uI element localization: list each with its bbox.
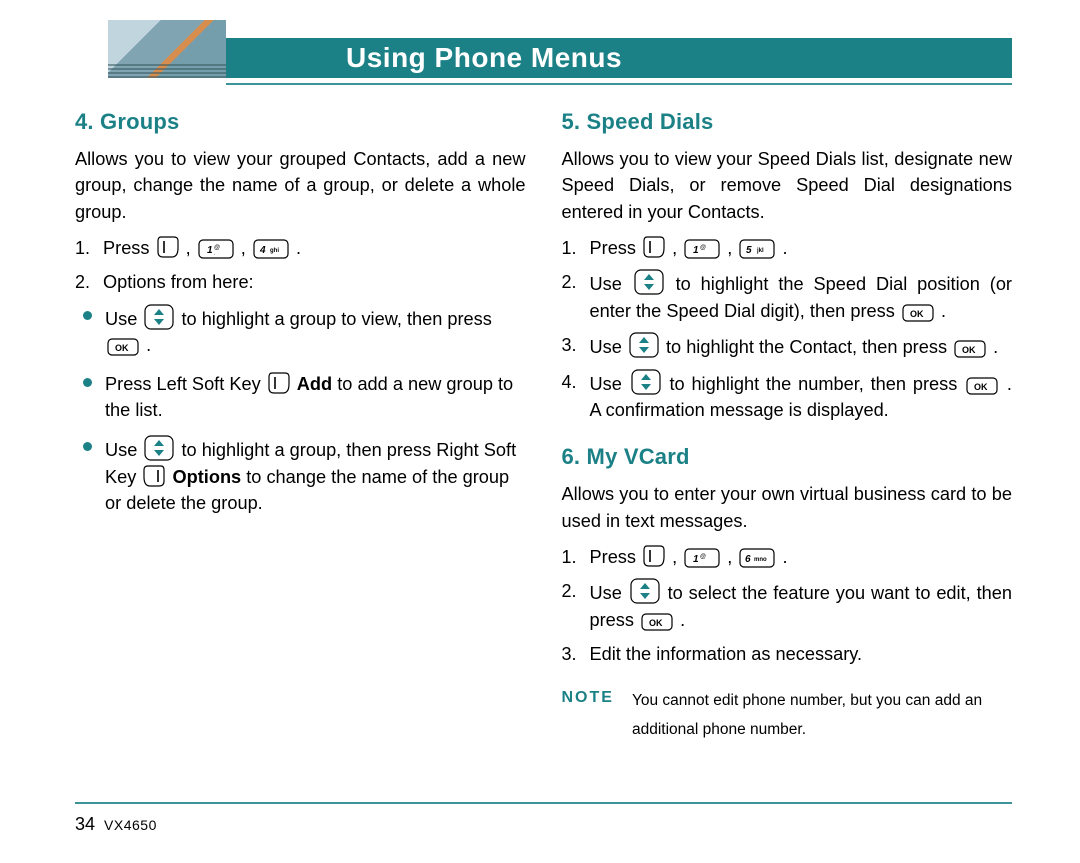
- text: to highlight a group to view, then press: [181, 309, 491, 329]
- key-5-icon: 5 jkl: [739, 239, 775, 259]
- header-title-band: Using Phone Menus: [226, 38, 1012, 78]
- sd-step-4: Use to highlight the number, then press …: [562, 369, 1013, 424]
- section-my-vcard-title: 6. My VCard: [562, 441, 1013, 473]
- key-1-icon: 1@.: [198, 239, 234, 259]
- text: Use: [105, 440, 142, 460]
- left-soft-key-icon: [268, 371, 290, 395]
- svg-text:@: @: [700, 245, 706, 251]
- nav-up-down-icon: [144, 304, 174, 330]
- text: Use: [590, 337, 627, 357]
- svg-text:OK: OK: [649, 618, 663, 628]
- groups-bullets: Use to highlight a group to view, then p…: [75, 304, 526, 517]
- groups-bullet-3: Use to highlight a group, then press Rig…: [75, 435, 526, 516]
- ok-key-icon: OK: [954, 340, 986, 358]
- svg-text:1: 1: [693, 245, 699, 256]
- header-rule: [226, 83, 1012, 85]
- vc-step-1: Press , 1@ , 6mno .: [562, 544, 1013, 570]
- ok-key-icon: OK: [966, 377, 998, 395]
- svg-text:6: 6: [745, 554, 751, 565]
- text: Press Left Soft Key: [105, 374, 266, 394]
- text: Use: [105, 309, 142, 329]
- note-label: NOTE: [562, 686, 614, 745]
- note-block: NOTE You cannot edit phone number, but y…: [562, 686, 1013, 745]
- options-label: Options: [172, 467, 241, 487]
- groups-bullet-2: Press Left Soft Key Add to add a new gro…: [75, 371, 526, 424]
- svg-text:1: 1: [207, 245, 213, 256]
- svg-text:jkl: jkl: [756, 248, 764, 254]
- text: to highlight the number, then press: [669, 374, 964, 394]
- page: Using Phone Menus 4. Groups Allows you t…: [0, 0, 1080, 863]
- text: .: [146, 335, 151, 355]
- svg-text:1: 1: [693, 554, 699, 565]
- sd-step-3: Use to highlight the Contact, then press…: [562, 332, 1013, 360]
- groups-steps: Press , 1@. , 4ghi . Options from here:: [75, 235, 526, 296]
- speed-dials-lead: Allows you to view your Speed Dials list…: [562, 146, 1013, 225]
- text: to change the name of the group or delet…: [105, 467, 509, 513]
- key-1-icon: 1@: [684, 548, 720, 568]
- svg-text:ghi: ghi: [270, 248, 279, 254]
- text: Use: [590, 274, 632, 294]
- speed-dials-steps: Press , 1@ , 5jkl . Use to highlight the…: [562, 235, 1013, 423]
- ok-key-icon: OK: [641, 613, 673, 631]
- text: .: [993, 337, 998, 357]
- svg-text:OK: OK: [974, 382, 988, 392]
- svg-text:4: 4: [259, 245, 266, 256]
- sd-step-1: Press , 1@ , 5jkl .: [562, 235, 1013, 261]
- key-1-icon: 1@: [684, 239, 720, 259]
- page-header: Using Phone Menus: [75, 20, 1012, 80]
- footer-text: 34 VX4650: [75, 814, 1012, 835]
- ok-key-icon: OK: [107, 338, 139, 356]
- note-text: You cannot edit phone number, but you ca…: [632, 686, 1012, 745]
- page-footer: 34 VX4650: [75, 802, 1012, 835]
- text: .: [941, 301, 946, 321]
- right-column: 5. Speed Dials Allows you to view your S…: [562, 104, 1013, 745]
- svg-text:mno: mno: [754, 557, 767, 563]
- left-soft-key-icon: [643, 544, 665, 568]
- page-number: 34: [75, 814, 95, 834]
- section-groups-title: 4. Groups: [75, 106, 526, 138]
- left-column: 4. Groups Allows you to view your groupe…: [75, 104, 526, 745]
- nav-up-down-icon: [630, 578, 660, 604]
- vcard-lead: Allows you to enter your own virtual bus…: [562, 481, 1013, 534]
- content-columns: 4. Groups Allows you to view your groupe…: [75, 104, 1012, 745]
- nav-up-down-icon: [144, 435, 174, 461]
- nav-up-down-icon: [631, 369, 661, 395]
- text: Use: [590, 374, 629, 394]
- vc-step-2: Use to select the feature you want to ed…: [562, 578, 1013, 633]
- groups-bullet-1: Use to highlight a group to view, then p…: [75, 304, 526, 359]
- add-label: Add: [297, 374, 332, 394]
- text: Press: [103, 238, 155, 258]
- ok-key-icon: OK: [902, 304, 934, 322]
- sd-step-2: Use to highlight the Speed Dial position…: [562, 269, 1013, 324]
- key-4-icon: 4 ghi: [253, 239, 289, 259]
- groups-step-2: Options from here:: [75, 269, 526, 295]
- footer-rule: [75, 802, 1012, 804]
- vc-step-3: Edit the information as necessary.: [562, 641, 1013, 667]
- model-number: VX4650: [104, 817, 157, 833]
- right-soft-key-icon: [143, 464, 165, 488]
- svg-text:OK: OK: [910, 309, 924, 319]
- vcard-steps: Press , 1@ , 6mno . Use to select the fe…: [562, 544, 1013, 668]
- left-soft-key-icon: [643, 235, 665, 259]
- section-speed-dials-title: 5. Speed Dials: [562, 106, 1013, 138]
- left-soft-key-icon: [157, 235, 179, 259]
- text: Press: [590, 547, 642, 567]
- svg-text:OK: OK: [962, 345, 976, 355]
- text: Press: [590, 238, 642, 258]
- svg-text:@: @: [700, 554, 706, 560]
- groups-lead: Allows you to view your grouped Contacts…: [75, 146, 526, 225]
- page-title: Using Phone Menus: [346, 42, 622, 74]
- text: to highlight the Contact, then press: [666, 337, 952, 357]
- text: .: [680, 610, 685, 630]
- nav-up-down-icon: [634, 269, 664, 295]
- svg-text:5: 5: [746, 245, 752, 256]
- svg-text:.: .: [214, 251, 215, 257]
- nav-up-down-icon: [629, 332, 659, 358]
- text: Use: [590, 583, 628, 603]
- groups-step-1: Press , 1@. , 4ghi .: [75, 235, 526, 261]
- key-6-icon: 6mno: [739, 548, 775, 568]
- svg-text:OK: OK: [115, 343, 129, 353]
- header-image: [108, 20, 226, 78]
